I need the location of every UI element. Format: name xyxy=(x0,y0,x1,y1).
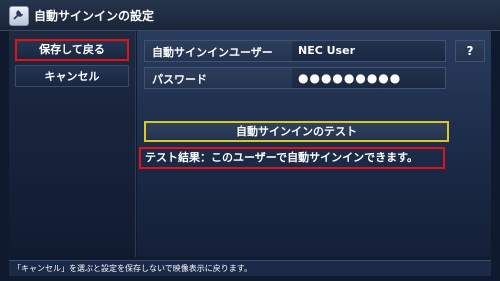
settings-panel: 自動サインインユーザー NEC User ? パスワード ●●●●●●●●● 自… xyxy=(137,31,491,257)
test-result-text: テスト結果：このユーザーで自動サインインできます。 xyxy=(139,147,445,169)
title-bar: 自動サインインの設定 xyxy=(0,0,500,31)
password-field[interactable]: ●●●●●●●●● xyxy=(292,68,445,88)
window-title: 自動サインインの設定 xyxy=(34,9,155,23)
user-label: 自動サインインユーザー xyxy=(152,46,273,59)
action-sidebar: 保存して戻る キャンセル xyxy=(9,31,136,257)
settings-screen: 自動サインインの設定 保存して戻る キャンセル 自動サインインユーザー NEC … xyxy=(0,0,500,281)
user-row[interactable]: 自動サインインユーザー NEC User xyxy=(144,40,446,62)
settings-wrench-icon xyxy=(9,6,29,26)
save-and-return-button[interactable]: 保存して戻る xyxy=(15,39,129,61)
user-value[interactable]: NEC User xyxy=(292,41,445,61)
footer-hint: 「キャンセル」を選ぶと設定を保存しないで映像表示に戻ります。 xyxy=(9,260,491,276)
cancel-button[interactable]: キャンセル xyxy=(15,65,129,87)
password-label: パスワード xyxy=(152,73,207,86)
test-auto-signin-button[interactable]: 自動サインインのテスト xyxy=(144,121,449,142)
password-row[interactable]: パスワード ●●●●●●●●● xyxy=(144,67,446,89)
help-button[interactable]: ? xyxy=(455,40,485,62)
